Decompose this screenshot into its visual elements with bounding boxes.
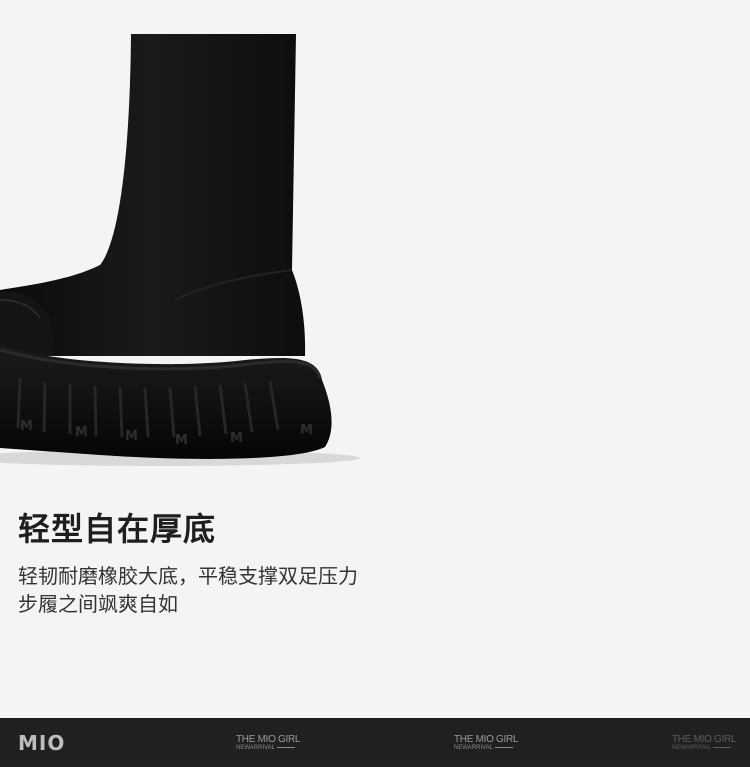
description-line: 步履之间飒爽自如 <box>18 592 178 616</box>
headline: 轻型自在厚底 <box>18 510 217 548</box>
svg-text:M: M <box>125 429 138 444</box>
svg-text:M: M <box>230 431 243 446</box>
footer-tagline: THE MIO GIRL NEWARRIVAL <box>672 734 750 752</box>
description-line: 轻韧耐磨橡胶大底，平稳支撑双足压力 <box>18 564 358 588</box>
tagline-title: THE MIO GIRL <box>672 734 737 745</box>
footer-bar: MIO THE MIO GIRL NEWARRIVAL THE MIO GIRL… <box>0 718 750 767</box>
tagline-subtitle: NEWARRIVAL <box>454 745 534 752</box>
product-photo: M M M M M M <box>0 0 750 470</box>
tagline-subtitle: NEWARRIVAL <box>672 745 750 752</box>
tagline-subtitle: NEWARRIVAL <box>236 745 316 752</box>
svg-text:M: M <box>75 425 88 440</box>
svg-text:M: M <box>300 423 313 438</box>
svg-text:M: M <box>20 419 33 434</box>
brand-logo: MIO <box>18 731 66 755</box>
product-description: 轻韧耐磨橡胶大底，平稳支撑双足压力 步履之间飒爽自如 <box>18 562 438 618</box>
footer-tagline: THE MIO GIRL NEWARRIVAL <box>236 734 316 752</box>
tagline-title: THE MIO GIRL <box>236 734 301 745</box>
svg-text:M: M <box>175 433 188 448</box>
footer-tagline: THE MIO GIRL NEWARRIVAL <box>454 734 534 752</box>
tagline-title: THE MIO GIRL <box>454 734 519 745</box>
black-boot-image: M M M M M M <box>0 34 360 466</box>
